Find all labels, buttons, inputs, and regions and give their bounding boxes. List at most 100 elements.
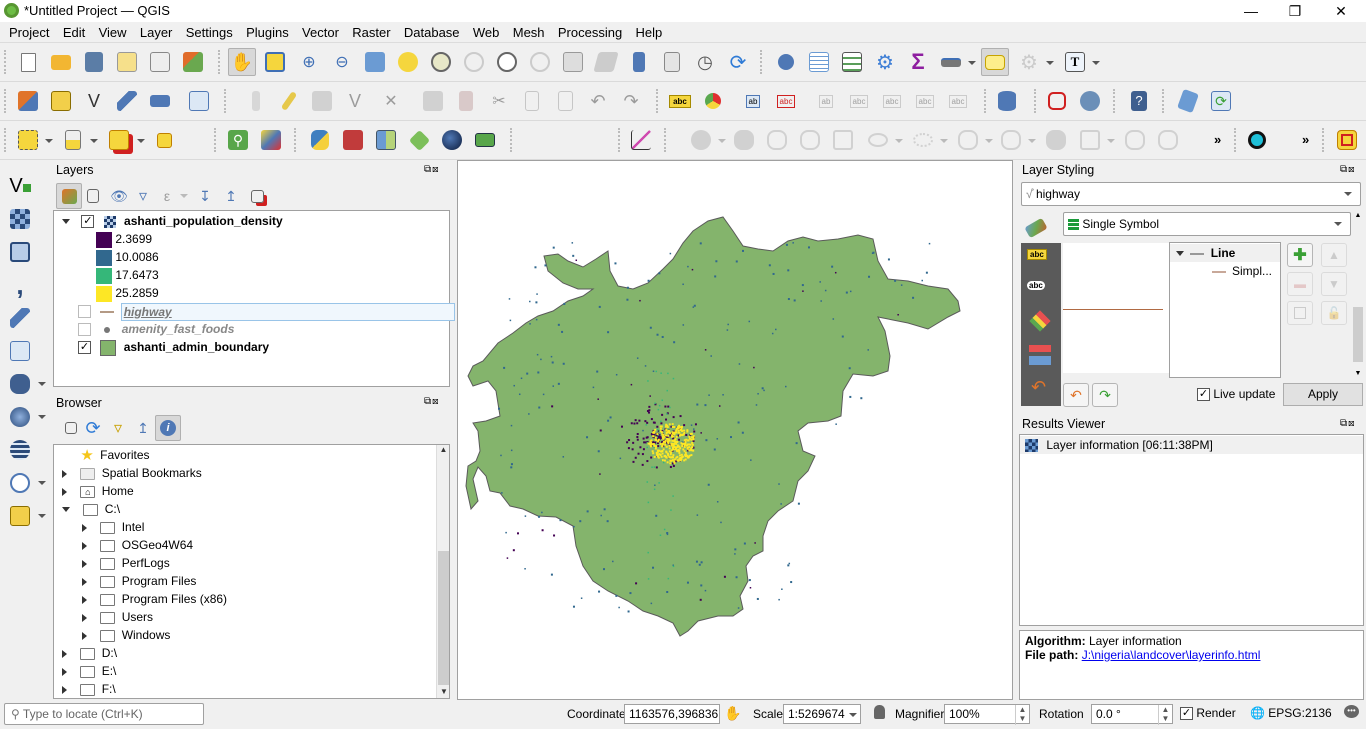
magnifier-spinner[interactable]: ▲ ▼ [1015, 705, 1029, 725]
rendering-tab-icon[interactable] [1029, 345, 1051, 365]
select-attributes-dropdown-icon[interactable] [90, 139, 98, 143]
labels-tab-icon[interactable]: abc [1027, 249, 1047, 260]
toolbar-grip[interactable] [218, 50, 222, 74]
collapse-all-button[interactable]: ↥ [218, 183, 244, 209]
crs-button[interactable]: 🌐 EPSG:2136 [1250, 706, 1332, 720]
browser-item[interactable]: OSGeo4W64 [82, 536, 193, 554]
toolbar-overflow-button-2[interactable]: » [1302, 132, 1309, 147]
menu-processing[interactable]: Processing [553, 22, 627, 43]
menu-raster[interactable]: Raster [347, 22, 395, 43]
deselect-dropdown-icon[interactable] [137, 139, 145, 143]
temporal-controller-button[interactable]: ◷ [692, 49, 718, 75]
menu-view[interactable]: View [94, 22, 132, 43]
expression-dropdown-icon[interactable] [180, 194, 188, 198]
offset-curve-button[interactable] [731, 127, 757, 153]
zoom-to-layer-button[interactable] [428, 49, 454, 75]
toggle-editing-button[interactable] [276, 88, 302, 114]
menu-web[interactable]: Web [468, 22, 505, 43]
add-spatialite-layer-button[interactable] [6, 304, 34, 332]
layer-styling-toggle-button[interactable] [406, 127, 432, 153]
topology-checker-button[interactable] [1175, 88, 1201, 114]
postgis-dropdown-icon[interactable] [38, 382, 46, 386]
toolbar-grip[interactable] [224, 89, 228, 113]
layout-manager-button[interactable] [147, 49, 173, 75]
toolbar-grip[interactable] [4, 128, 8, 152]
wfs-dropdown-icon[interactable] [38, 481, 46, 485]
render-toggle[interactable]: ✓ Render [1180, 706, 1236, 721]
browser-item[interactable]: ★ Favorites [62, 446, 149, 464]
browser-item[interactable]: Intel [82, 518, 144, 536]
open-layer-styling-button[interactable] [56, 183, 82, 209]
statistical-summary-button[interactable]: Σ [905, 49, 931, 75]
select-attributes-button[interactable] [60, 127, 86, 153]
collapse-arrow-icon[interactable] [62, 507, 70, 513]
pan-map-button[interactable]: ✋ [228, 48, 256, 76]
fill-ring-button[interactable] [1077, 127, 1103, 153]
deselect-features-button[interactable] [106, 127, 132, 153]
delete-selected-button[interactable] [453, 88, 479, 114]
measure-dropdown-icon[interactable] [968, 61, 976, 65]
rotation-input[interactable]: 0.0 ° ▲ ▼ [1091, 704, 1173, 725]
scroll-down-arrow-icon[interactable]: ▼ [437, 687, 449, 696]
toolbar-grip[interactable] [214, 128, 218, 152]
render-checkbox[interactable]: ✓ [1180, 707, 1193, 721]
redo-button[interactable]: ↷ [618, 88, 644, 114]
rotate-symbols-button[interactable] [910, 127, 936, 153]
undo-button[interactable]: ↶ [585, 88, 611, 114]
pin-unpin-labels-button[interactable]: abc [773, 88, 799, 114]
new-vector-layer-button[interactable] [186, 88, 212, 114]
new-scratch-layer-button[interactable] [114, 88, 140, 114]
filepath-link[interactable]: J:\nigeria\landcover\layerinfo.html [1082, 648, 1261, 662]
magnifier-input[interactable]: 100% ▲ ▼ [944, 704, 1030, 725]
reshape-dropdown-icon[interactable] [718, 139, 726, 143]
fill-ring-dropdown-icon[interactable] [1107, 139, 1115, 143]
zoom-native-button[interactable] [461, 49, 487, 75]
filter-legend-button[interactable]: ▿ [130, 183, 156, 209]
expand-arrow-icon[interactable] [62, 649, 67, 658]
browser-item[interactable]: PerfLogs [82, 554, 170, 572]
toolbox-button[interactable]: ⚙ [872, 49, 898, 75]
show-spatial-bookmarks-button[interactable] [659, 49, 685, 75]
data-source-manager-button[interactable] [15, 88, 41, 114]
change-label-button[interactable]: abc [912, 88, 938, 114]
expand-arrow-icon[interactable] [62, 667, 67, 676]
browser-item[interactable]: ⌂ Home [62, 482, 134, 500]
browser-item[interactable]: E:\ [62, 662, 116, 680]
browser-refresh-button[interactable]: ⟳ [80, 415, 106, 441]
close-button[interactable]: ✕ [1318, 0, 1364, 22]
toggle-extents-mouse-icon[interactable]: ✋ [724, 705, 741, 722]
layer-row-amenity-fast-foods[interactable]: amenity_fast_foods [78, 320, 234, 338]
paste-features-button[interactable] [552, 88, 578, 114]
panel-float-close-buttons[interactable]: ⧉⊠ [1340, 418, 1364, 430]
geometry-checker-button[interactable] [1044, 88, 1070, 114]
panel-float-close-buttons[interactable]: ⧉⊠ [424, 164, 448, 176]
locator-search-button[interactable]: ⚲ [225, 127, 251, 153]
minimize-button[interactable]: — [1228, 0, 1274, 22]
highlight-pinned-labels-button[interactable]: ab [740, 88, 766, 114]
simplify-button[interactable] [955, 127, 981, 153]
styling-scrollbar[interactable]: ▲ ▼ [1352, 212, 1364, 377]
toolbar-grip[interactable] [984, 89, 988, 113]
split-parts-button[interactable] [797, 127, 823, 153]
zoom-to-selection-button[interactable] [395, 49, 421, 75]
field-calculator-button[interactable] [839, 49, 865, 75]
messages-icon[interactable]: ••• [1344, 705, 1359, 718]
remove-layer-button[interactable] [244, 183, 270, 209]
add-wfs-layer-button[interactable] [6, 469, 34, 497]
add-virtual-layer-button[interactable] [6, 337, 34, 365]
lock-color-button[interactable]: 🔓 [1321, 301, 1347, 325]
history-tab-icon[interactable]: ↶ [1031, 377, 1046, 398]
python-console-button[interactable] [307, 127, 333, 153]
map-canvas[interactable] [457, 160, 1013, 700]
menu-mesh[interactable]: Mesh [508, 22, 550, 43]
coordinate-input[interactable]: 1163576,396836 [624, 704, 720, 724]
merge-attributes-button[interactable] [865, 127, 891, 153]
browser-item[interactable]: C:\ [62, 500, 120, 518]
db-manager-button[interactable] [994, 88, 1020, 114]
duplicate-symbol-layer-button[interactable] [1287, 301, 1313, 325]
merge-features-button[interactable] [830, 127, 856, 153]
road-graph-button[interactable] [1334, 127, 1360, 153]
current-edits-button[interactable] [243, 88, 269, 114]
new-map-view-button[interactable] [560, 49, 586, 75]
refresh-button[interactable]: ⟳ [725, 49, 751, 75]
